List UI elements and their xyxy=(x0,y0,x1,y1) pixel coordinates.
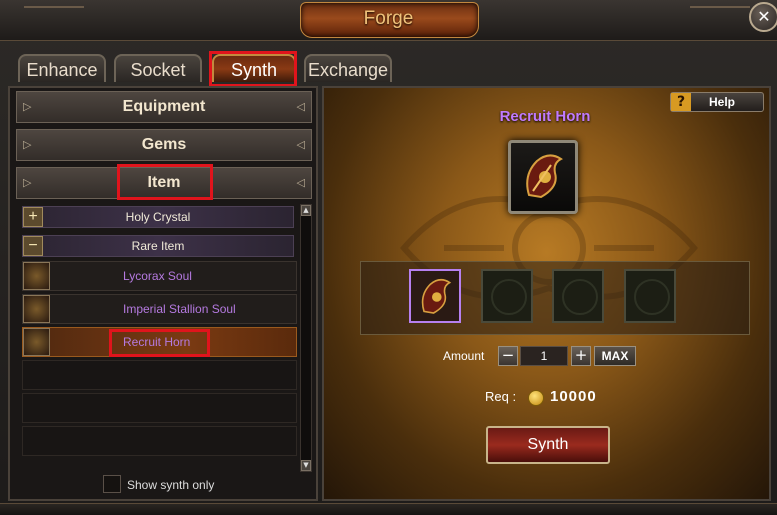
arrow-left-icon: ▷ xyxy=(23,139,32,151)
synth-button[interactable]: Synth xyxy=(486,426,610,464)
title-ornament-right xyxy=(690,6,750,30)
scroll-up-icon[interactable]: ▲ xyxy=(301,205,311,216)
material-slot-2[interactable] xyxy=(481,269,533,323)
requirement-value: 10000 xyxy=(550,388,597,405)
result-item-slot xyxy=(508,140,578,214)
show-synth-only-checkbox[interactable] xyxy=(103,475,121,493)
decrease-amount-button[interactable]: − xyxy=(498,346,518,366)
category-equipment[interactable]: ▷ Equipment ◁ xyxy=(16,91,312,123)
category-label: Item xyxy=(147,174,181,191)
subcategory-holy-crystal[interactable]: + Holy Crystal xyxy=(22,206,294,228)
empty-list-slot xyxy=(22,360,297,390)
amount-input[interactable]: 1 xyxy=(520,346,568,366)
tab-synth[interactable]: Synth xyxy=(212,54,296,82)
material-slot-3[interactable] xyxy=(552,269,604,323)
empty-slot-icon xyxy=(634,279,670,315)
arrow-right-icon: ◁ xyxy=(296,101,305,113)
collapse-icon[interactable]: − xyxy=(23,236,43,256)
expand-icon[interactable]: + xyxy=(23,207,43,227)
list-item-recruit-horn[interactable]: Recruit Horn xyxy=(22,327,297,357)
result-item-name: Recruit Horn xyxy=(499,108,591,125)
recruit-horn-icon xyxy=(526,154,563,199)
coin-icon xyxy=(528,390,544,406)
empty-list-slot xyxy=(22,426,297,456)
increase-amount-button[interactable]: + xyxy=(571,346,591,366)
arrow-right-icon: ◁ xyxy=(296,177,305,189)
list-item-lycorax-soul[interactable]: Lycorax Soul xyxy=(22,261,297,291)
item-label: Imperial Stallion Soul xyxy=(123,302,236,316)
material-slot-4[interactable] xyxy=(624,269,676,323)
category-label: Gems xyxy=(141,136,187,153)
material-slot-1[interactable] xyxy=(409,269,461,323)
question-icon: ? xyxy=(671,93,691,111)
tab-enhance[interactable]: Enhance xyxy=(18,54,106,82)
tab-bar: Enhance Socket Synth Exchange xyxy=(0,50,777,84)
subcategory-label: Holy Crystal xyxy=(125,210,191,224)
lycorax-soul-icon xyxy=(23,262,50,290)
tab-socket[interactable]: Socket xyxy=(114,54,202,82)
window-title: Forge xyxy=(363,8,414,29)
title-ornament-left xyxy=(24,6,84,30)
help-label: Help xyxy=(709,95,736,109)
close-button[interactable]: ✕ xyxy=(749,2,777,32)
arrow-right-icon: ◁ xyxy=(296,139,305,151)
subcategory-label: Rare Item xyxy=(131,239,185,253)
recruit-horn-icon xyxy=(23,328,50,356)
category-gems[interactable]: ▷ Gems ◁ xyxy=(16,129,312,161)
bottom-frame xyxy=(0,503,777,515)
category-label: Equipment xyxy=(122,98,206,115)
amount-label: Amount xyxy=(443,349,485,363)
scroll-down-icon[interactable]: ▼ xyxy=(301,460,311,471)
imperial-stallion-soul-icon xyxy=(23,295,50,323)
arrow-left-icon: ▷ xyxy=(23,101,32,113)
empty-list-slot xyxy=(22,393,297,423)
recruit-horn-icon xyxy=(421,279,452,314)
max-amount-button[interactable]: MAX xyxy=(594,346,636,366)
list-scrollbar[interactable]: ▲ ▼ xyxy=(300,204,312,472)
empty-slot-icon xyxy=(491,279,527,315)
item-label: Lycorax Soul xyxy=(123,269,192,283)
tab-exchange[interactable]: Exchange xyxy=(304,54,392,82)
show-synth-only-label: Show synth only xyxy=(127,478,215,492)
empty-slot-icon xyxy=(562,279,598,315)
subcategory-rare-item[interactable]: − Rare Item xyxy=(22,235,294,257)
forge-window: Forge ✕ Enhance Socket Synth Exchange ▷ … xyxy=(0,0,777,515)
category-item[interactable]: ▷ Item ◁ xyxy=(16,167,312,199)
list-item-imperial-stallion-soul[interactable]: Imperial Stallion Soul xyxy=(22,294,297,324)
item-label: Recruit Horn xyxy=(123,335,191,349)
arrow-left-icon: ▷ xyxy=(23,177,32,189)
requirement-label: Req : xyxy=(485,389,517,404)
help-button[interactable]: ? Help xyxy=(670,92,764,112)
